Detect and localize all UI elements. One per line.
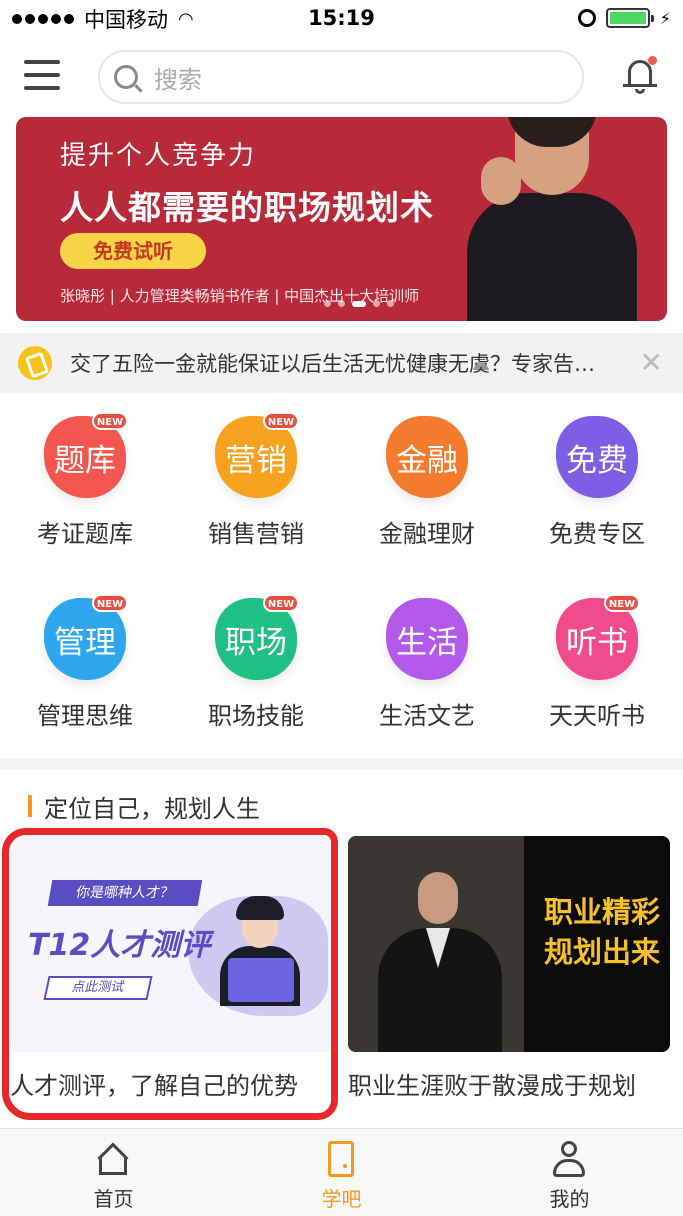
thumbnail-title: 职业精彩规划出来: [544, 895, 661, 969]
new-badge: NEW: [92, 594, 128, 612]
category-icon: 金融: [386, 416, 468, 498]
category-item[interactable]: 生活 生活文艺: [342, 578, 512, 758]
category-grid: 题库 NEW 考证题库 营销 NEW 销售营销 金融 金融理财 免费 免费专区 …: [0, 396, 683, 758]
profile-icon: [551, 1141, 587, 1177]
notice-icon: [18, 346, 52, 380]
notification-bell-icon[interactable]: [623, 56, 657, 96]
category-item[interactable]: 营销 NEW 销售营销: [171, 396, 341, 576]
category-label: 生活文艺: [379, 702, 475, 730]
tab-profile[interactable]: 我的: [456, 1129, 683, 1216]
carousel-indicator: [324, 300, 394, 307]
battery-icon: [605, 8, 654, 28]
category-label: 免费专区: [549, 520, 645, 548]
learn-icon: [328, 1141, 354, 1177]
category-item[interactable]: 免费 免费专区: [512, 396, 682, 576]
bottom-tab-bar: 首页 学吧 我的: [0, 1128, 683, 1216]
new-badge: NEW: [92, 412, 128, 430]
section-title: 定位自己，规划人生: [44, 794, 260, 823]
tab-label: 首页: [93, 1187, 134, 1211]
category-label: 职场技能: [208, 702, 304, 730]
category-label: 金融理财: [379, 520, 475, 548]
category-label: 天天听书: [549, 702, 645, 730]
status-bar: 中国移动 ◠ 15:19 ⚡: [0, 0, 683, 40]
menu-button[interactable]: [24, 58, 64, 94]
tab-label: 我的: [549, 1187, 590, 1211]
notice-bar[interactable]: 交了五险一金就能保证以后生活无忧健康无虞？专家告… ✕: [0, 333, 683, 393]
red-highlight-annotation: [2, 828, 338, 1120]
category-icon: 生活: [386, 598, 468, 680]
promo-banner[interactable]: 提升个人竞争力 人人都需要的职场规划术 免费试听 张晓彤 | 人力管理类畅销书作…: [16, 117, 667, 321]
tab-learn[interactable]: 学吧: [228, 1129, 455, 1216]
unread-dot: [648, 56, 657, 65]
banner-subtitle: 提升个人竞争力: [60, 141, 257, 171]
search-icon: [114, 65, 138, 89]
speaker-photo: [467, 117, 647, 321]
category-label: 考证题库: [37, 520, 133, 548]
alarm-icon: [577, 9, 596, 27]
category-icon: 免费: [556, 416, 638, 498]
category-item[interactable]: 听书 NEW 天天听书: [512, 578, 682, 758]
free-listen-button[interactable]: 免费试听: [60, 233, 206, 269]
category-item[interactable]: 题库 NEW 考证题库: [0, 396, 170, 576]
course-thumbnail: 职业精彩规划出来: [348, 836, 670, 1052]
search-placeholder: 搜索: [154, 65, 202, 94]
new-badge: NEW: [604, 594, 640, 612]
category-item[interactable]: 职场 NEW 职场技能: [171, 578, 341, 758]
home-icon: [95, 1141, 131, 1177]
tab-label: 学吧: [321, 1187, 362, 1211]
category-item[interactable]: 金融 金融理财: [342, 396, 512, 576]
category-label: 销售营销: [208, 520, 304, 548]
new-badge: NEW: [263, 412, 299, 430]
banner-title: 人人都需要的职场规划术: [60, 188, 434, 227]
close-icon[interactable]: ✕: [640, 346, 663, 379]
new-badge: NEW: [263, 594, 299, 612]
category-label: 管理思维: [37, 702, 133, 730]
category-item[interactable]: 管理 NEW 管理思维: [0, 578, 170, 758]
search-input[interactable]: 搜索: [98, 50, 584, 104]
charging-icon: ⚡: [659, 8, 671, 28]
notice-text: 交了五险一金就能保证以后生活无忧健康无虞？专家告…: [70, 352, 595, 376]
section-header: 定位自己，规划人生: [28, 790, 260, 823]
top-header: 搜索: [0, 40, 683, 114]
course-card[interactable]: 职业精彩规划出来 职业生涯败于散漫成于规划: [348, 836, 670, 1101]
tab-home[interactable]: 首页: [0, 1129, 227, 1216]
section-divider: [0, 758, 683, 770]
course-title: 职业生涯败于散漫成于规划: [348, 1072, 636, 1100]
